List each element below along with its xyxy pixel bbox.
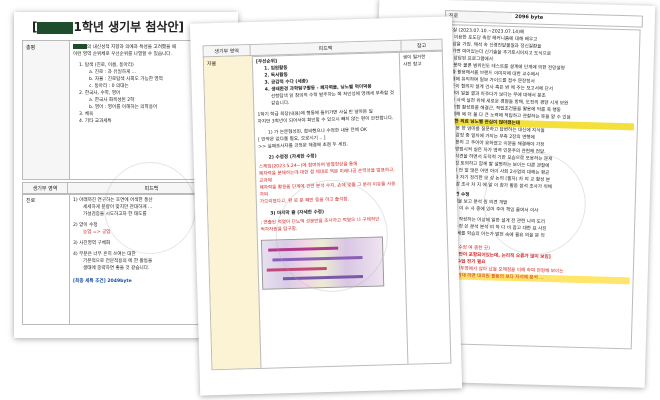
summary-label: 총평 [23,41,70,179]
left-doc-title-wrap: [1학년 생기부 첨삭안] [32,18,184,35]
left-doc-title: 1학년 생기부 첨삭안] [73,20,184,34]
reference-cell: 생이 될거한 사진 참고 [400,51,451,364]
redacted-bar [73,44,87,49]
redacted-name-bar [37,21,74,34]
middle-paragraph: 1학기 학급 회장(내용)에 행동에 들어가면 사실 만 날아든 일 하지만 3학… [257,108,398,151]
autonomy-label-cell: 자율 [203,55,262,370]
right-row-label: 진로 [445,11,513,23]
middle-priority-list: 1. 임원활동 2. 독서활동 3. 공감적 수다 (세종) 4. 생태환경 과학탐구… [256,62,397,108]
byte-count: 2096 byte [514,14,544,21]
watermark-crest [104,162,196,254]
career-label: 진로 [23,194,70,324]
reference-note-2: 사진 참고 [403,62,422,68]
middle-document-page: 생기부 영역 피드백 참고 자율 [우선순위] 1. 임원활동 2. 독서활동 3.… [189,16,463,396]
autonomy-label: 자율 [206,61,217,68]
priority-item: 선청탐색 읽 창의적 수학 발주하는 쪽 처인성에 영래세 부족할 것 같습니다… [270,91,394,107]
